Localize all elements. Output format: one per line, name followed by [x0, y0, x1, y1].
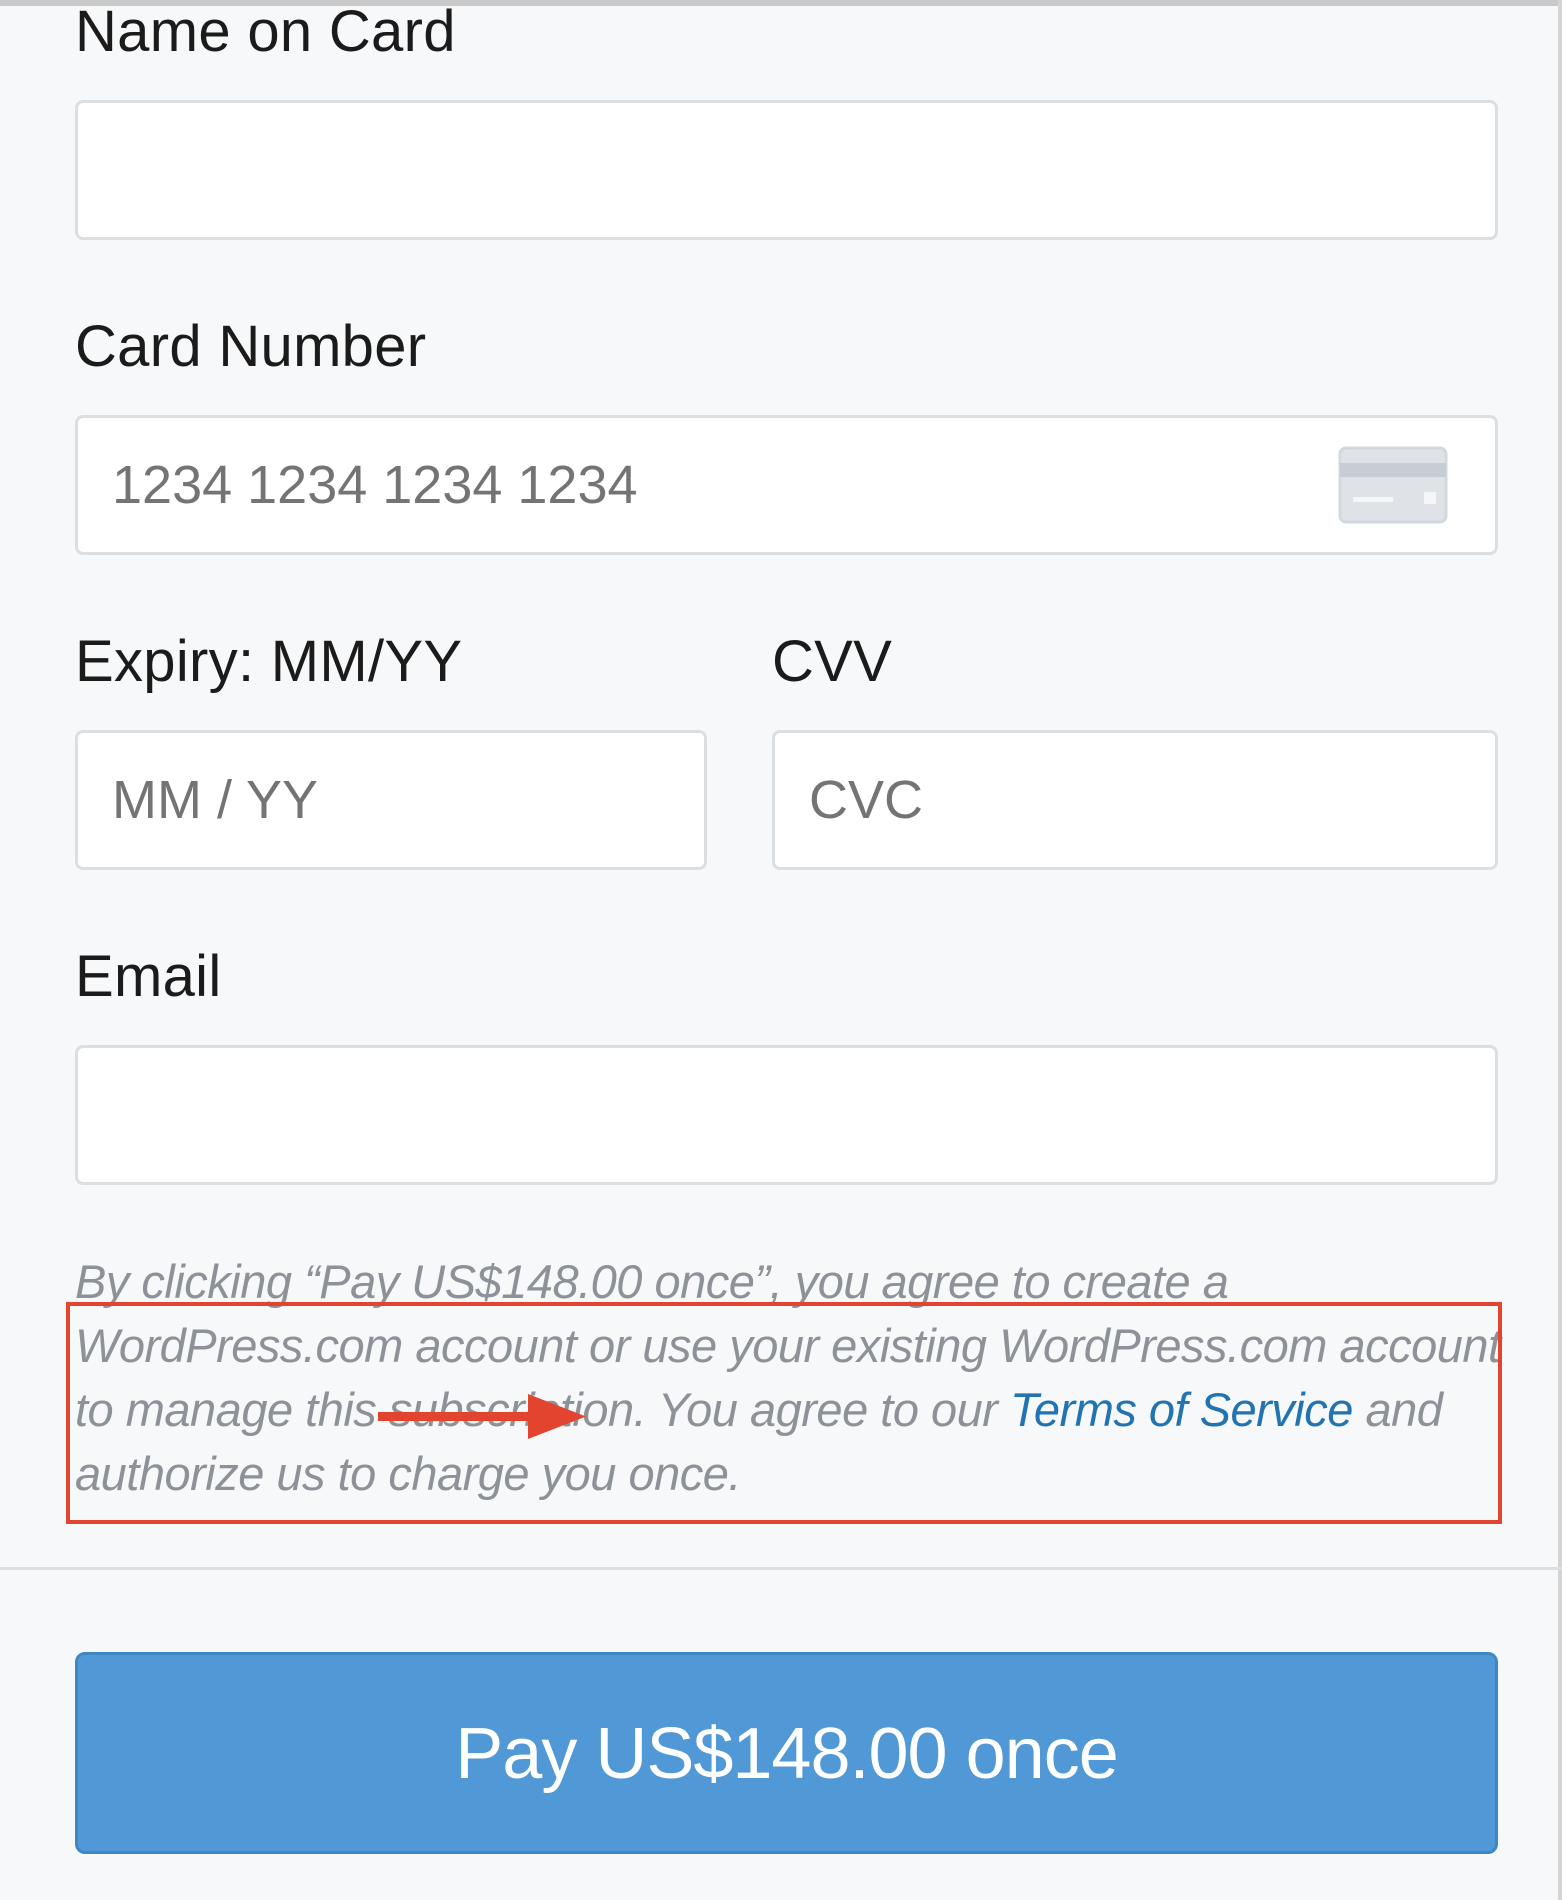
email-label: Email	[75, 944, 222, 1009]
card-number-input[interactable]	[75, 415, 1498, 555]
card-number-label: Card Number	[75, 314, 427, 379]
scrollbar-track	[1558, 0, 1562, 1900]
expiry-label: Expiry: MM/YY	[75, 629, 463, 694]
pay-button[interactable]: Pay US$148.00 once	[75, 1652, 1498, 1854]
name-on-card-label: Name on Card	[75, 0, 456, 64]
name-on-card-input[interactable]	[75, 100, 1498, 240]
expiry-input[interactable]	[75, 730, 707, 870]
cvv-input[interactable]	[772, 730, 1498, 870]
email-input[interactable]	[75, 1045, 1498, 1185]
legal-notice: By clicking “Pay US$148.00 once”, you ag…	[75, 1250, 1505, 1506]
terms-of-service-link[interactable]: Terms of Service	[1010, 1383, 1353, 1436]
cvv-label: CVV	[772, 629, 893, 694]
credit-card-icon	[1338, 446, 1448, 524]
section-divider	[0, 1567, 1562, 1570]
